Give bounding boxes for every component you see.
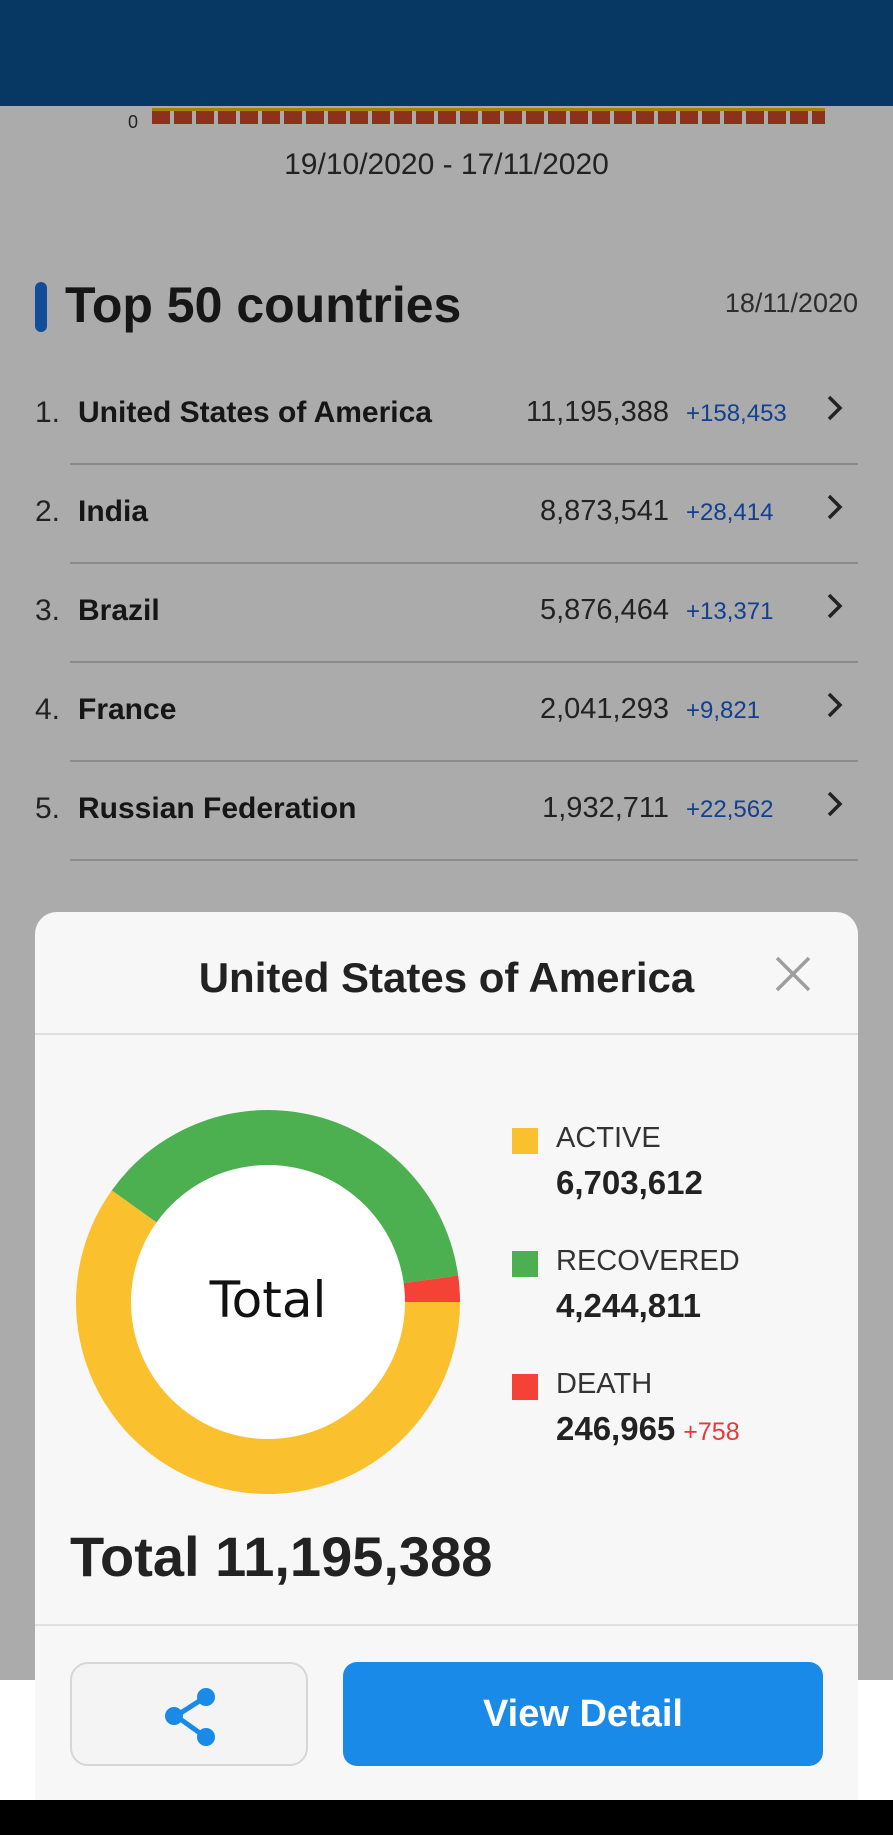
chart-legend: ACTIVE 6,703,612 RECOVERED 4,244,811 DEA… bbox=[512, 1122, 832, 1491]
system-nav-bar bbox=[0, 1800, 893, 1835]
legend-item-recovered: RECOVERED 4,244,811 bbox=[512, 1245, 832, 1368]
legend-value: 4,244,811 bbox=[556, 1287, 701, 1324]
legend-value: 246,965 bbox=[556, 1410, 676, 1447]
legend-swatch-active bbox=[512, 1128, 538, 1154]
legend-swatch-death bbox=[512, 1374, 538, 1400]
legend-label: ACTIVE bbox=[556, 1122, 661, 1154]
donut-chart: Total bbox=[76, 1110, 460, 1494]
total-count: Total 11,195,388 bbox=[70, 1525, 493, 1588]
view-detail-button[interactable]: View Detail bbox=[343, 1662, 823, 1766]
legend-label: DEATH bbox=[556, 1368, 653, 1400]
close-icon[interactable] bbox=[771, 952, 815, 996]
legend-value: 6,703,612 bbox=[556, 1164, 703, 1201]
legend-item-death: DEATH 246,965 +758 bbox=[512, 1368, 832, 1491]
share-button[interactable] bbox=[70, 1662, 308, 1766]
donut-center-label: Total bbox=[209, 1271, 327, 1329]
legend-item-active: ACTIVE 6,703,612 bbox=[512, 1122, 832, 1245]
share-icon bbox=[165, 1688, 215, 1746]
legend-swatch-recovered bbox=[512, 1251, 538, 1277]
legend-delta: +758 bbox=[683, 1418, 740, 1446]
legend-value-wrap: 246,965 +758 bbox=[556, 1410, 740, 1448]
footer-divider bbox=[35, 1624, 858, 1626]
legend-label: RECOVERED bbox=[556, 1245, 740, 1277]
modal-divider bbox=[35, 1033, 858, 1035]
modal-title: United States of America bbox=[198, 954, 695, 1001]
country-detail-modal: United States of America Total ACTIVE 6,… bbox=[35, 912, 858, 1800]
